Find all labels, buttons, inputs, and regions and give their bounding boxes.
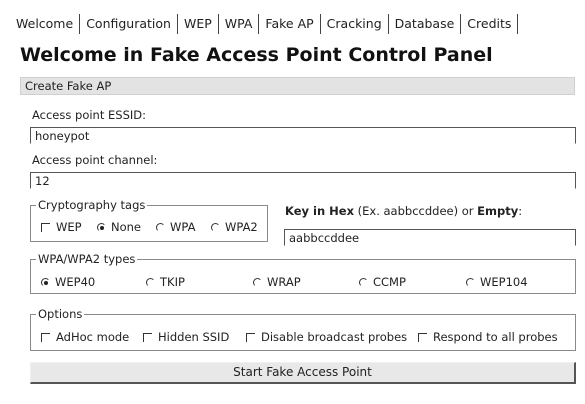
key-hex-label: Key in Hex (Ex. aabbccddee) or Empty:	[285, 204, 523, 218]
checkbox-icon	[41, 332, 50, 342]
crypto-none-radio[interactable]: None	[97, 220, 141, 234]
radio-icon	[359, 278, 368, 287]
wpa-type-wep104-radio[interactable]: WEP104	[466, 275, 528, 289]
tab-welcome[interactable]: Welcome	[10, 13, 79, 35]
tab-wpa[interactable]: WPA	[219, 13, 259, 35]
tab-credits[interactable]: Credits	[461, 13, 517, 35]
adhoc-mode-checkbox[interactable]: AdHoc mode	[41, 330, 129, 344]
section-header: Create Fake AP	[20, 77, 575, 95]
start-fake-ap-button[interactable]: Start Fake Access Point	[30, 362, 576, 384]
channel-label: Access point channel:	[32, 153, 158, 167]
wpa-type-ccmp-radio[interactable]: CCMP	[359, 275, 406, 289]
wpa-types-legend: WPA/WPA2 types	[38, 252, 136, 266]
respond-all-probes-checkbox[interactable]: Respond to all probes	[418, 330, 558, 344]
radio-selected-icon	[41, 278, 50, 287]
tab-database[interactable]: Database	[389, 13, 461, 35]
checkbox-icon	[143, 332, 152, 342]
wpa-type-wrap-radio[interactable]: WRAP	[253, 275, 301, 289]
tab-wep[interactable]: WEP	[178, 13, 218, 35]
essid-label: Access point ESSID:	[32, 108, 146, 122]
essid-input[interactable]: honeypot	[30, 127, 576, 144]
checkbox-icon	[246, 332, 255, 342]
hidden-ssid-checkbox[interactable]: Hidden SSID	[143, 330, 229, 344]
tab-fake-ap[interactable]: Fake AP	[259, 13, 319, 35]
radio-selected-icon	[97, 223, 106, 232]
radio-icon	[211, 223, 220, 232]
channel-input[interactable]: 12	[30, 172, 576, 189]
page-title: Welcome in Fake Access Point Control Pan…	[20, 44, 493, 66]
crypto-wep-checkbox[interactable]: WEP	[41, 220, 82, 234]
radio-icon	[146, 278, 155, 287]
tab-separator	[517, 14, 519, 34]
cryptography-tags-legend: Cryptography tags	[38, 198, 146, 212]
key-hex-input[interactable]: aabbccddee	[284, 229, 576, 246]
options-legend: Options	[38, 307, 83, 321]
radio-icon	[156, 223, 165, 232]
options-group: Options	[30, 307, 576, 351]
tab-configuration[interactable]: Configuration	[80, 13, 177, 35]
crypto-wpa-radio[interactable]: WPA	[156, 220, 195, 234]
tab-cracking[interactable]: Cracking	[321, 13, 388, 35]
radio-icon	[253, 278, 262, 287]
wpa-type-tkip-radio[interactable]: TKIP	[146, 275, 185, 289]
crypto-wpa2-radio[interactable]: WPA2	[211, 220, 258, 234]
tab-bar: Welcome Configuration WEP WPA Fake AP Cr…	[10, 12, 519, 36]
disable-broadcast-probes-checkbox[interactable]: Disable broadcast probes	[246, 330, 407, 344]
radio-icon	[466, 278, 475, 287]
wpa-type-wep40-radio[interactable]: WEP40	[41, 275, 95, 289]
checkbox-icon	[418, 332, 427, 342]
checkbox-icon	[41, 222, 50, 232]
